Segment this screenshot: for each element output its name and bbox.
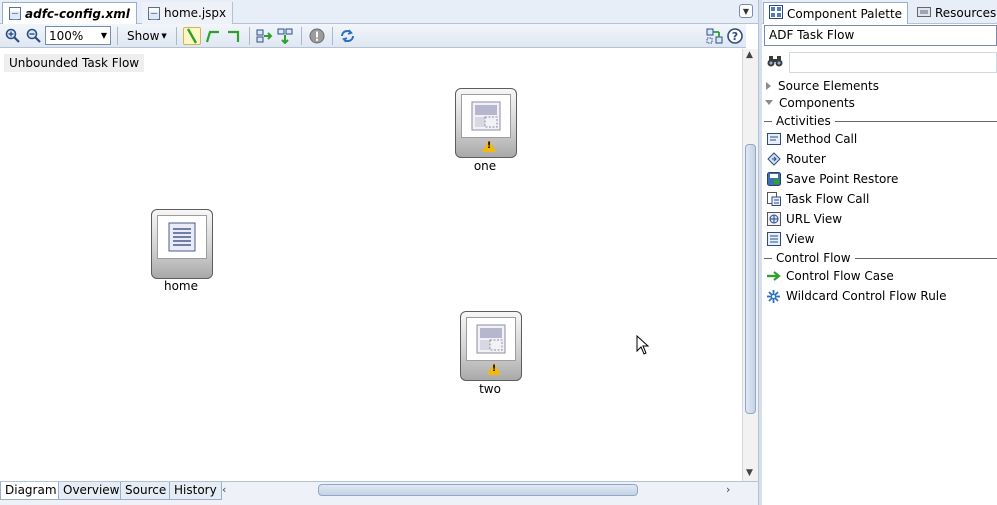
collapse-arrow-icon (765, 100, 773, 105)
palette-item-view[interactable]: View (766, 229, 814, 249)
page-document-icon (157, 215, 207, 259)
warning-icon (487, 363, 501, 375)
tab-adfc-config[interactable]: adfc-config.xml (2, 2, 137, 24)
section-components[interactable]: Components (764, 94, 855, 111)
zoom-in-icon[interactable] (3, 27, 21, 45)
resources-icon (917, 5, 931, 22)
section-source-elements[interactable]: Source Elements (764, 77, 879, 94)
zoom-out-icon[interactable] (24, 27, 42, 45)
scroll-down-icon[interactable]: ▼ (746, 468, 753, 478)
palette-page-select[interactable]: ADF Task Flow (764, 25, 997, 46)
palette-item-method-call[interactable]: Method Call (766, 129, 857, 149)
url-view-icon (766, 212, 781, 227)
palette-item-task-flow-call[interactable]: Task Flow Call (766, 189, 869, 209)
toolbar-separator (331, 26, 333, 45)
chevron-down-icon: ▼ (161, 31, 167, 40)
orthogonal-line-tool-icon[interactable] (204, 27, 222, 45)
component-palette-panel: Component Palette Resources ADF Task Flo… (762, 0, 997, 505)
palette-tab-bar: Component Palette Resources (762, 0, 997, 24)
palette-item-router[interactable]: Router (766, 149, 826, 169)
help-icon[interactable]: ? (726, 27, 744, 45)
save-point-restore-icon (766, 172, 781, 187)
method-call-icon (766, 132, 781, 147)
layout-horizontal-icon[interactable] (256, 27, 274, 45)
xml-file-icon (9, 7, 21, 20)
palette-item-save-point-restore[interactable]: Save Point Restore (766, 169, 898, 189)
palette-search-row (764, 51, 997, 73)
scroll-right-icon[interactable]: › (726, 483, 730, 496)
tab-home-jspx[interactable]: home.jspx (142, 2, 234, 24)
diagram-toolbar: 100% ▼ Show ▼ ? (0, 24, 746, 48)
horizontal-scrollbar[interactable]: ‹ › (220, 483, 736, 497)
view-activity-two[interactable] (460, 311, 522, 381)
binoculars-icon[interactable] (767, 54, 783, 71)
toolbar-separator (248, 26, 250, 45)
group-divider (854, 257, 997, 259)
node-label-home: home (163, 279, 199, 293)
validation-error-icon[interactable] (308, 27, 326, 45)
document-tab-bar: adfc-config.xml home.jspx ▼ (0, 0, 758, 24)
flow-type-label: Unbounded Task Flow (4, 54, 145, 72)
scroll-up-icon[interactable]: ▲ (746, 50, 753, 60)
elbow-line-tool-icon[interactable] (225, 27, 243, 45)
node-label-two: two (479, 382, 501, 396)
group-divider (764, 257, 772, 259)
node-label-one: one (473, 159, 497, 173)
toolbar-separator (117, 26, 118, 45)
router-icon (766, 152, 781, 167)
view-page-icon (466, 317, 516, 361)
chevron-down-icon: ▼ (100, 31, 107, 40)
jspx-file-icon (148, 6, 160, 20)
view-page-icon (461, 94, 511, 138)
refresh-icon[interactable] (339, 27, 357, 45)
show-menu-button[interactable]: Show ▼ (124, 29, 170, 43)
group-divider (834, 120, 997, 122)
tab-component-palette[interactable]: Component Palette (763, 2, 909, 24)
editor-view-tabs: Diagram Overview Source History ‹ › (0, 481, 758, 505)
group-control-flow[interactable]: Control Flow (764, 250, 997, 266)
layout-vertical-icon[interactable] (277, 27, 295, 45)
palette-search-input[interactable] (789, 51, 997, 73)
task-flow-editor: adfc-config.xml home.jspx ▼ 100% ▼ Show … (0, 0, 758, 505)
palette-item-wildcard-control-flow-rule[interactable]: Wildcard Control Flow Rule (766, 286, 947, 306)
scroll-left-icon[interactable]: ‹ (222, 483, 226, 496)
palette-grid-icon (769, 5, 783, 22)
group-divider (764, 120, 772, 122)
group-activities[interactable]: Activities (764, 113, 997, 129)
task-flow-call-icon (766, 192, 781, 207)
tab-history[interactable]: History (169, 482, 222, 500)
palette-item-url-view[interactable]: URL View (766, 209, 842, 229)
straight-line-tool-icon[interactable] (182, 26, 201, 45)
vertical-scrollbar[interactable]: ▲ ▼ (742, 49, 758, 481)
zoom-level-select[interactable]: 100% ▼ (45, 26, 111, 45)
vertical-scroll-thumb[interactable] (745, 144, 756, 414)
toolbar-separator (175, 26, 177, 45)
tab-resources[interactable]: Resources (912, 2, 997, 24)
diagram-canvas[interactable]: Unbounded Task Flow one home two (0, 49, 742, 481)
mouse-cursor-icon (636, 334, 650, 358)
wildcard-star-icon (766, 289, 781, 304)
view-activity-one[interactable] (455, 88, 517, 158)
warning-icon (482, 140, 496, 152)
tab-overview[interactable]: Overview (58, 482, 125, 500)
tab-diagram[interactable]: Diagram (0, 482, 62, 500)
palette-item-control-flow-case[interactable]: Control Flow Case (766, 266, 894, 286)
toolbar-separator (300, 26, 302, 45)
tab-source[interactable]: Source (120, 482, 172, 500)
view-icon (766, 232, 781, 247)
horizontal-scroll-thumb[interactable] (318, 484, 638, 496)
green-arrow-icon (766, 269, 781, 284)
expand-arrow-icon (766, 81, 771, 90)
tab-list-menu-icon[interactable]: ▼ (739, 4, 753, 18)
diagram-overview-icon[interactable] (705, 27, 723, 45)
view-activity-home[interactable] (151, 209, 213, 279)
svg-text:?: ? (732, 30, 738, 43)
